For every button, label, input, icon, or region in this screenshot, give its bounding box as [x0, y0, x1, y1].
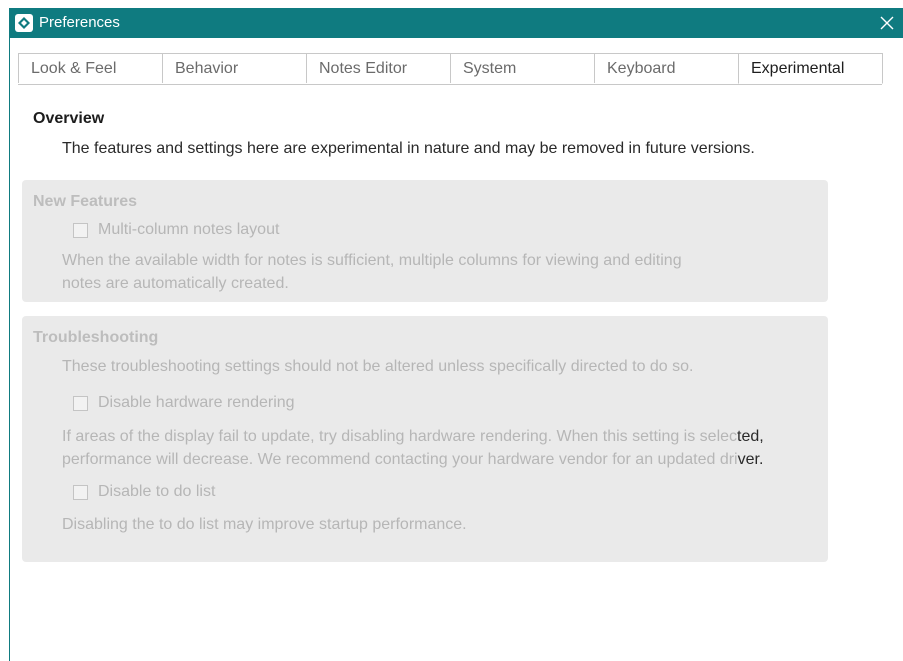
multi-column-label[interactable]: Multi-column notes layout: [98, 221, 279, 239]
close-icon: [880, 16, 894, 30]
tab-strip: Look & Feel Behavior Notes Editor System…: [18, 53, 883, 85]
troubleshooting-intro: These troubleshooting settings should no…: [62, 358, 694, 375]
disable-hardware-rendering-checkbox[interactable]: [73, 396, 88, 411]
tab-keyboard[interactable]: Keyboard: [594, 53, 739, 83]
window-title: Preferences: [39, 14, 120, 31]
hardware-rendering-description-line1: If areas of the display fail to update, …: [62, 428, 764, 445]
app-logo-icon: [15, 14, 33, 32]
tab-system[interactable]: System: [450, 53, 595, 83]
todo-list-description: Disabling the to do list may improve sta…: [62, 516, 467, 533]
tab-notes-editor[interactable]: Notes Editor: [306, 53, 451, 83]
title-bar[interactable]: Preferences: [10, 8, 903, 38]
tab-look-and-feel[interactable]: Look & Feel: [18, 53, 163, 83]
disable-todo-list-label[interactable]: Disable to do list: [98, 483, 215, 501]
troubleshooting-heading: Troubleshooting: [33, 329, 159, 346]
new-features-heading: New Features: [33, 193, 138, 210]
disable-todo-list-checkbox[interactable]: [73, 485, 88, 500]
tab-behavior[interactable]: Behavior: [162, 53, 307, 83]
disable-hardware-rendering-label[interactable]: Disable hardware rendering: [98, 394, 295, 412]
overview-heading: Overview: [33, 110, 105, 127]
multi-column-checkbox[interactable]: [73, 223, 88, 238]
overview-text: The features and settings here are exper…: [62, 140, 755, 157]
hardware-rendering-description-line2: performance will decrease. We recommend …: [62, 451, 764, 468]
multi-column-description-line2: notes are automatically created.: [62, 275, 289, 292]
multi-column-description-line1: When the available width for notes is su…: [62, 252, 682, 269]
tab-experimental[interactable]: Experimental: [738, 53, 883, 84]
close-button[interactable]: [874, 10, 900, 36]
